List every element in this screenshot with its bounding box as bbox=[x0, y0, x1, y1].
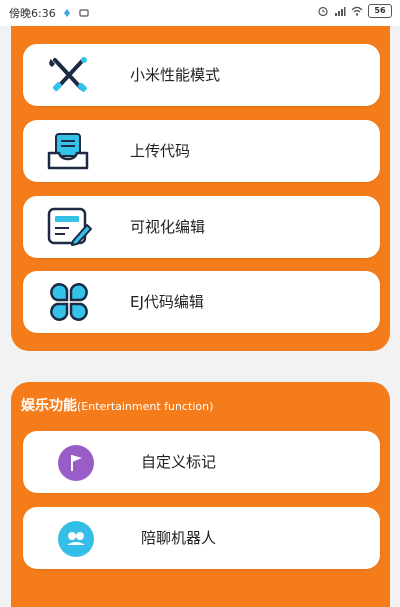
signal-icon bbox=[335, 7, 346, 16]
battery-indicator: 56 bbox=[368, 4, 392, 18]
status-right: 56 bbox=[317, 4, 392, 18]
card-label: 自定义标记 bbox=[141, 453, 217, 471]
card-label: 可视化编辑 bbox=[130, 218, 206, 236]
card-xiaomi-performance[interactable]: 小米性能模式 bbox=[23, 44, 380, 106]
card-visual-edit[interactable]: 可视化编辑 bbox=[23, 196, 380, 258]
entertainment-panel: 娱乐功能(Entertainment function) 自定义标记 陪聊机器人 bbox=[11, 382, 390, 607]
robot-chat-icon bbox=[58, 521, 94, 557]
flag-icon bbox=[58, 445, 94, 481]
four-petal-icon bbox=[50, 283, 88, 321]
diamond-icon bbox=[63, 9, 70, 17]
panel-subtitle: (Entertainment function) bbox=[77, 400, 214, 413]
card-label: 上传代码 bbox=[130, 142, 191, 160]
edit-document-icon bbox=[47, 207, 92, 246]
tools-panel: 小米性能模式 上传代码 可视化编辑 EJ代码编辑 bbox=[11, 26, 390, 351]
card-upload-code[interactable]: 上传代码 bbox=[23, 120, 380, 182]
wifi-icon bbox=[351, 6, 363, 16]
card-ej-code-edit[interactable]: EJ代码编辑 bbox=[23, 271, 380, 333]
panel-heading: 娱乐功能(Entertainment function) bbox=[21, 395, 213, 415]
card-chat-robot[interactable]: 陪聊机器人 bbox=[23, 507, 380, 569]
panel-title: 娱乐功能 bbox=[21, 398, 77, 414]
upload-tray-icon bbox=[47, 133, 89, 170]
status-left: 傍晚6:36 bbox=[9, 5, 90, 21]
status-bar: 傍晚6:36 56 bbox=[0, 0, 400, 26]
card-custom-mark[interactable]: 自定义标记 bbox=[23, 431, 380, 493]
sim-icon bbox=[79, 9, 89, 17]
tools-icon bbox=[49, 57, 87, 92]
card-label: 小米性能模式 bbox=[130, 66, 221, 84]
card-label: 陪聊机器人 bbox=[141, 529, 217, 547]
alarm-icon bbox=[318, 6, 328, 17]
card-label: EJ代码编辑 bbox=[130, 293, 204, 311]
status-time: 傍晚6:36 bbox=[9, 7, 56, 20]
